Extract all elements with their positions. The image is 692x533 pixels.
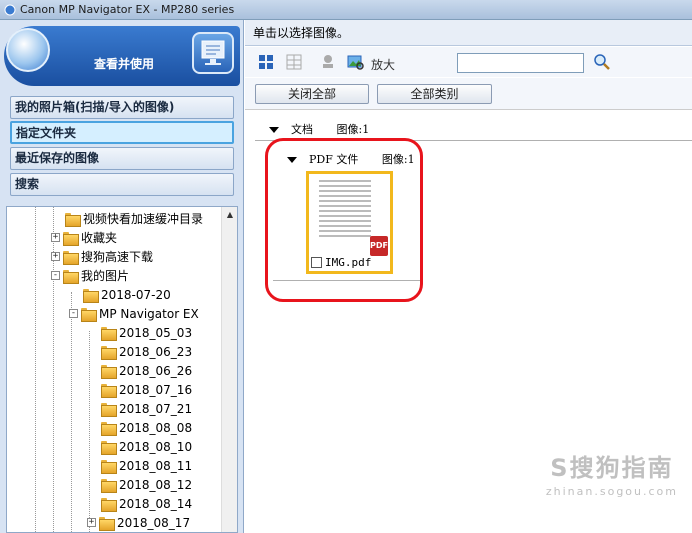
tree-guide-line [89, 331, 90, 532]
expand-icon[interactable]: + [87, 518, 96, 527]
tree-item-label: 2018_06_23 [119, 344, 193, 359]
collapse-icon[interactable]: - [51, 271, 60, 280]
monitor-icon [192, 32, 234, 74]
collapse-icon[interactable]: - [69, 309, 78, 318]
tree-guide-line [35, 207, 36, 532]
tree-item-label: 2018_07_16 [119, 382, 193, 397]
panel-header: 查看并使用 [4, 26, 240, 86]
tree-item[interactable]: 2018_08_14 [101, 494, 192, 513]
tree-item[interactable]: + 搜狗高速下载 [51, 247, 153, 266]
close-all-button[interactable]: 关闭全部 [255, 84, 369, 104]
navigator-logo-icon [6, 28, 50, 72]
folder-icon [99, 516, 115, 531]
main-panel: 单击以选择图像。 放大 关闭全部 全部类别 文档 图像:1 PDF 文件 图像:… [245, 20, 692, 533]
folder-icon [101, 421, 117, 436]
nav-my-photo-box[interactable]: 我的照片箱(扫描/导入的图像) [10, 96, 234, 119]
tree-item-label: 2018_08_17 [117, 515, 191, 530]
tree-item-label: 2018_06_26 [119, 363, 193, 378]
folder-icon [101, 326, 117, 341]
section-document-label: 文档 [291, 123, 313, 136]
folder-icon [101, 402, 117, 417]
folder-tree[interactable]: 视频快看加速缓冲目录 + 收藏夹 + 搜狗高速下载 - 我的图片 2018-07… [6, 206, 238, 533]
tree-scrollbar[interactable]: ▲ [221, 207, 237, 532]
zoom-label[interactable]: 放大 [371, 56, 395, 73]
tree-item-label: 2018_07_21 [119, 401, 193, 416]
tree-item-label: 我的图片 [81, 269, 130, 283]
tree-item-label: 2018_08_10 [119, 439, 193, 454]
left-panel: 查看并使用 我的照片箱(扫描/导入的图像) 指定文件夹 最近保存的图像 搜索 视… [0, 20, 244, 533]
zoom-icon[interactable] [347, 53, 365, 71]
tree-item[interactable]: 2018_08_10 [101, 437, 192, 456]
title-bar: Canon MP Navigator EX - MP280 series [0, 0, 692, 20]
collapse-triangle-icon[interactable] [269, 127, 279, 133]
tree-guide-line [71, 292, 72, 532]
tree-item[interactable]: 2018_07_16 [101, 380, 192, 399]
nav-specified-folder[interactable]: 指定文件夹 [10, 121, 234, 144]
stamp-icon[interactable] [319, 53, 337, 71]
toolbar: 放大 [245, 47, 692, 77]
scroll-up-arrow-icon[interactable]: ▲ [222, 207, 237, 223]
tree-item-label: MP Navigator EX [99, 306, 199, 321]
tree-item-label: 2018_08_08 [119, 420, 193, 435]
tree-item[interactable]: 2018_06_26 [101, 361, 192, 380]
nav-recently-saved[interactable]: 最近保存的图像 [10, 147, 234, 170]
folder-icon [101, 497, 117, 512]
tree-item-label: 视频快看加速缓冲目录 [83, 212, 204, 226]
tree-item-label: 收藏夹 [81, 231, 118, 245]
tree-item[interactable]: 2018_06_23 [101, 342, 192, 361]
app-window: Canon MP Navigator EX - MP280 series 查看并… [0, 0, 692, 533]
folder-icon [101, 440, 117, 455]
folder-icon [63, 250, 79, 265]
tree-item[interactable]: 2018-07-20 [83, 285, 171, 304]
folder-icon [101, 364, 117, 379]
tree-item-label: 搜狗高速下载 [81, 250, 154, 264]
tree-item[interactable]: 视频快看加速缓冲目录 [65, 209, 203, 228]
watermark-brand: S搜狗指南 [550, 454, 674, 482]
app-icon [4, 4, 16, 15]
nav-search[interactable]: 搜索 [10, 173, 234, 196]
folder-icon [83, 288, 99, 303]
expand-icon[interactable]: + [51, 233, 60, 242]
section-document[interactable]: 文档 图像:1 [269, 121, 369, 137]
hint-bar: 单击以选择图像。 [245, 20, 692, 46]
tree-item-label: 2018_05_03 [119, 325, 193, 340]
folder-icon [101, 345, 117, 360]
tree-item[interactable]: + 2018_08_17 [87, 513, 190, 532]
panel-header-title: 查看并使用 [93, 57, 154, 71]
tree-item[interactable]: - 我的图片 [51, 266, 129, 285]
grid-view-icon[interactable] [257, 53, 275, 71]
button-row: 关闭全部 全部类别 [245, 78, 692, 110]
tree-item[interactable]: 2018_08_08 [101, 418, 192, 437]
expand-icon[interactable]: + [51, 252, 60, 261]
tree-item[interactable]: - MP Navigator EX [69, 304, 199, 323]
watermark: S搜狗指南 zhinan.sogou.com [546, 448, 678, 498]
tree-item-label: 2018-07-20 [101, 287, 171, 302]
tree-item[interactable]: + 收藏夹 [51, 228, 117, 247]
folder-icon [81, 307, 97, 322]
folder-icon [65, 212, 81, 227]
tree-item[interactable]: 2018_08_12 [101, 475, 192, 494]
tree-item[interactable]: 2018_07_21 [101, 399, 192, 418]
folder-icon [101, 459, 117, 474]
folder-icon [101, 478, 117, 493]
folder-icon [101, 383, 117, 398]
search-input[interactable] [457, 53, 584, 73]
watermark-url: zhinan.sogou.com [545, 485, 678, 498]
window-title: Canon MP Navigator EX - MP280 series [20, 3, 235, 16]
all-categories-button[interactable]: 全部类别 [377, 84, 492, 104]
star-folder-icon [63, 231, 79, 246]
tree-item-label: 2018_08_11 [119, 458, 193, 473]
tree-item-label: 2018_08_14 [119, 496, 193, 511]
tree-item[interactable]: 2018_05_03 [101, 323, 192, 342]
list-view-icon[interactable] [285, 53, 303, 71]
highlight-annotation [265, 138, 423, 302]
tree-item[interactable]: 2018_08_11 [101, 456, 192, 475]
tree-item-label: 2018_08_12 [119, 477, 193, 492]
section-document-count: 图像:1 [336, 123, 370, 136]
search-icon[interactable] [593, 53, 611, 71]
pictures-folder-icon [63, 269, 79, 284]
